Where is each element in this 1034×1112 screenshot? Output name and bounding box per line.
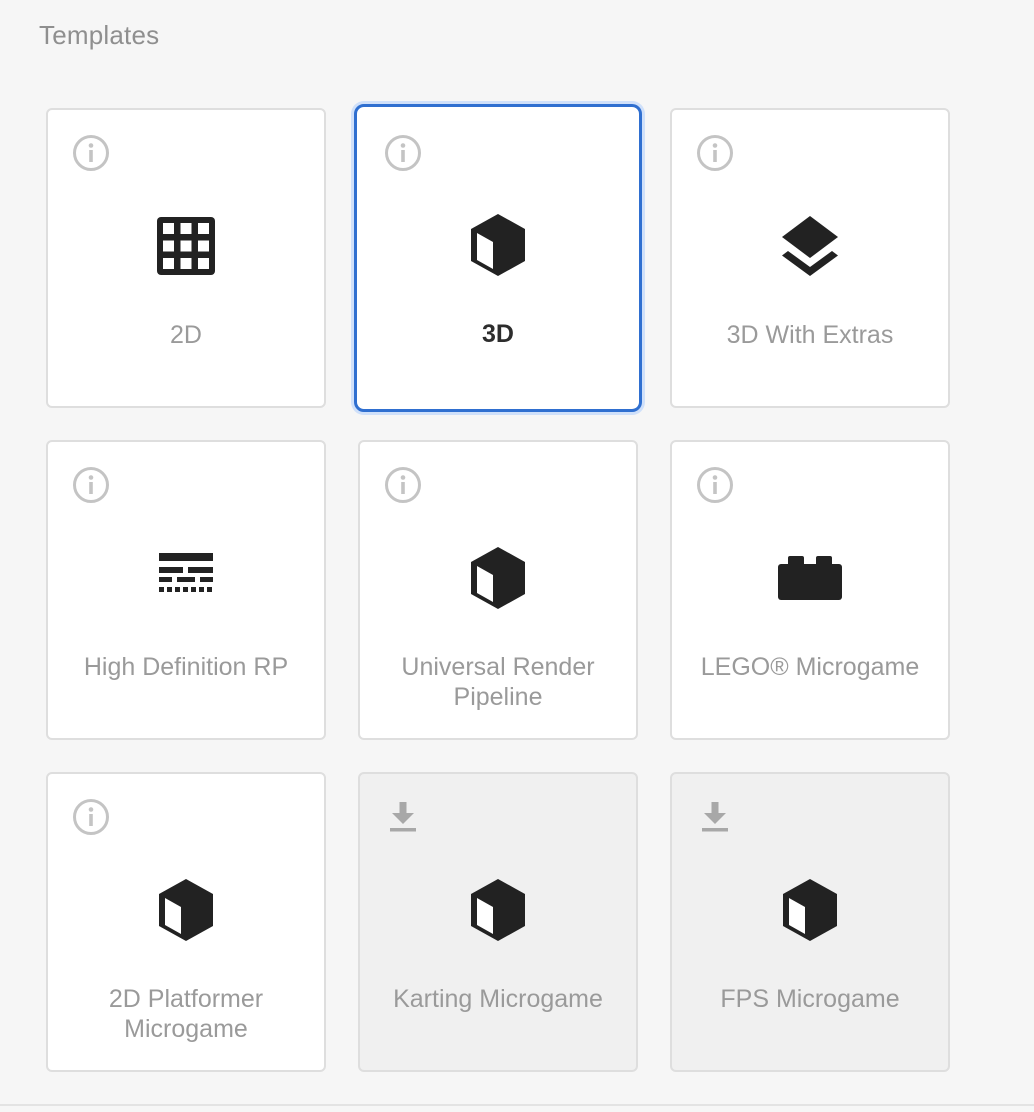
- template-label: 3D With Extras: [726, 321, 894, 349]
- cube-icon: [471, 214, 525, 276]
- template-card-2d[interactable]: 2D: [46, 108, 326, 408]
- template-card-3d-with-extras[interactable]: 3D With Extras: [670, 108, 950, 408]
- template-card-high-definition-rp[interactable]: High Definition RP: [46, 440, 326, 740]
- lines-icon: [159, 553, 213, 592]
- template-card-2d-platformer-microgame[interactable]: 2D Platformer Microgame: [46, 772, 326, 1072]
- cube-icon: [159, 879, 213, 941]
- grid-icon: [157, 217, 215, 275]
- template-label: High Definition RP: [83, 653, 289, 681]
- template-label: 3D: [482, 320, 514, 348]
- template-label: Karting Microgame: [393, 985, 603, 1013]
- info-icon[interactable]: [382, 132, 424, 174]
- template-card-universal-render-pipeline[interactable]: Universal Render Pipeline: [358, 440, 638, 740]
- layers-icon: [782, 216, 838, 276]
- cube-icon: [783, 879, 837, 941]
- template-card-fps-microgame[interactable]: FPS Microgame: [670, 772, 950, 1072]
- divider: [0, 1104, 1034, 1106]
- template-label: FPS Microgame: [720, 985, 900, 1013]
- info-icon[interactable]: [694, 464, 736, 506]
- section-title: Templates: [39, 20, 160, 50]
- download-icon[interactable]: [694, 796, 736, 838]
- info-icon[interactable]: [694, 132, 736, 174]
- template-card-karting-microgame[interactable]: Karting Microgame: [358, 772, 638, 1072]
- template-card-3d[interactable]: 3D: [354, 104, 642, 412]
- cube-icon: [471, 547, 525, 609]
- template-label: Universal Render Pipeline: [401, 653, 595, 711]
- template-label: 2D Platformer Microgame: [108, 985, 264, 1043]
- cube-icon: [471, 879, 525, 941]
- template-label: 2D: [170, 321, 202, 349]
- lego-brick-icon: [778, 556, 842, 600]
- info-icon[interactable]: [382, 464, 424, 506]
- info-icon[interactable]: [70, 796, 112, 838]
- info-icon[interactable]: [70, 464, 112, 506]
- download-icon[interactable]: [382, 796, 424, 838]
- templates-grid: 2D 3D 3D With Extras High Definition RP …: [46, 104, 950, 1072]
- template-card-lego-microgame[interactable]: LEGO® Microgame: [670, 440, 950, 740]
- info-icon[interactable]: [70, 132, 112, 174]
- template-label: LEGO® Microgame: [700, 653, 920, 681]
